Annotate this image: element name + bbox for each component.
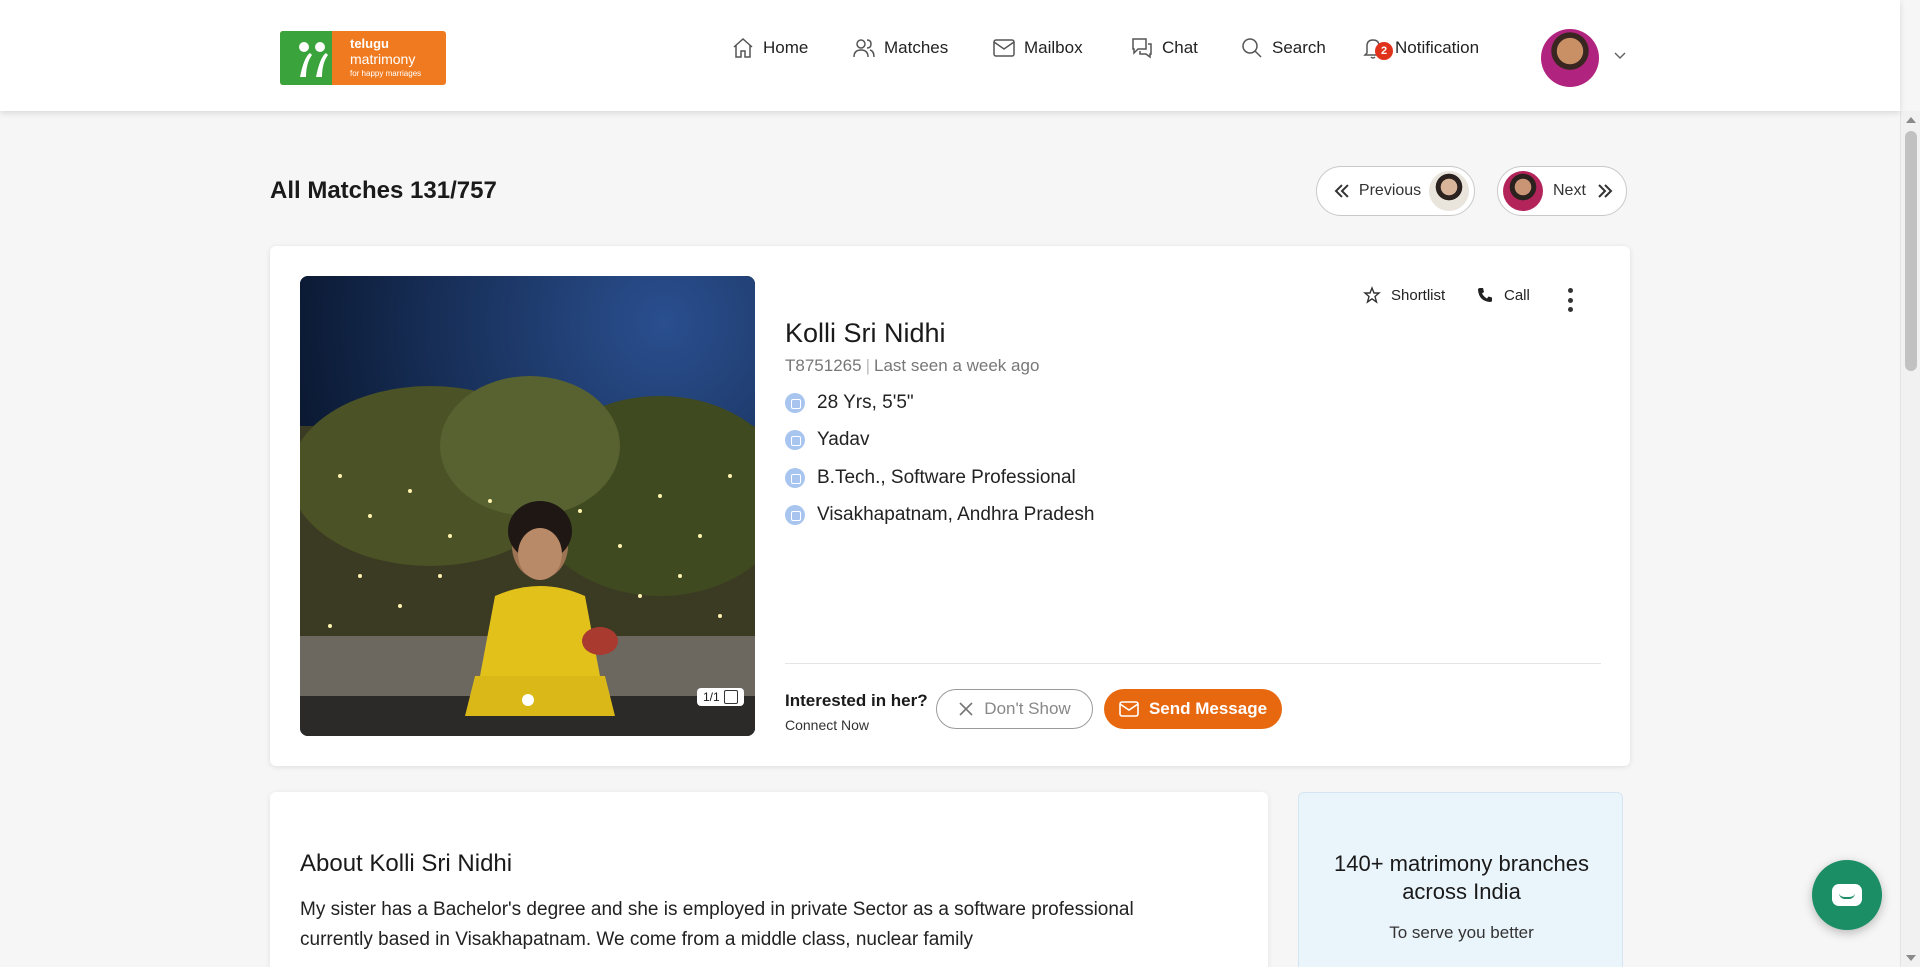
call-label: Call [1504,286,1530,304]
next-button[interactable]: Next [1497,166,1627,216]
next-label: Next [1553,182,1586,199]
search-icon [1242,38,1262,58]
phone-icon [1478,288,1492,302]
photo-count[interactable]: 1/1 [697,688,744,706]
double-chevron-right-icon [1598,184,1613,198]
home-icon [733,37,753,58]
send-message-label: Send Message [1148,699,1268,718]
logo-tagline: for happy marriages [350,69,422,78]
about-title: About Kolli Sri Nidhi [300,850,513,877]
profile-id: T8751265 [785,356,862,375]
call-button[interactable]: Call [1476,286,1530,304]
nav-search-label: Search [1272,38,1326,57]
previous-label: Previous [1358,182,1422,199]
logo-text-line2: matrimony [350,51,416,67]
dont-show-button[interactable]: Don't Show [936,689,1093,729]
age-height-text: 28 Yrs, 5'5" [817,392,914,413]
close-icon [959,702,973,716]
info-age-height: 28 Yrs, 5'5" [785,392,914,414]
nav-mailbox-label: Mailbox [1024,38,1083,57]
shortlist-label: Shortlist [1391,286,1446,304]
nav-home-label: Home [763,38,809,57]
star-icon [1363,286,1381,304]
previous-button[interactable]: Previous [1316,166,1475,216]
info-education: B.Tech., Software Professional [785,467,1076,489]
scrollbar-thumb[interactable] [1905,131,1917,371]
connect-now-text: Connect Now [785,717,870,733]
nav-matches-label: Matches [884,38,949,57]
notification-badge: 2 [1375,42,1393,60]
nav-search[interactable]: Search [1240,36,1326,60]
nav-home[interactable]: Home [731,36,808,60]
scroll-down-arrow[interactable] [1906,955,1916,961]
nav-notification[interactable]: 2 Notification [1361,36,1479,60]
carousel-dot[interactable] [522,694,534,706]
shortlist-button[interactable]: Shortlist [1363,286,1445,304]
location-text: Visakhapatnam, Andhra Pradesh [817,504,1095,525]
last-seen: Last seen a week ago [874,356,1040,375]
nav-mailbox[interactable]: Mailbox [992,36,1083,60]
education-text: B.Tech., Software Professional [817,467,1076,488]
next-profile-thumbnail [1503,171,1543,211]
nav-matches[interactable]: Matches [852,36,948,60]
mail-icon [1119,701,1139,717]
users-icon [853,39,875,58]
chat-support-button[interactable] [1812,860,1882,930]
nav-chat-label: Chat [1162,38,1198,57]
logo-couple-icon [299,42,328,77]
profile-name: Kolli Sri Nidhi [785,318,946,348]
age-icon [785,393,805,413]
nav-notification-label: Notification [1395,38,1480,57]
double-chevron-left-icon [1334,184,1349,198]
chevron-down-icon[interactable] [1613,48,1627,62]
more-options-icon[interactable] [1568,288,1574,312]
dont-show-label: Don't Show [984,699,1071,718]
photo-count-text: 1/1 [703,690,720,704]
caste-icon [785,430,805,450]
chat-bubble-icon [1832,884,1862,906]
gallery-icon [723,690,738,704]
education-icon [785,468,805,488]
previous-profile-thumbnail [1429,171,1469,211]
send-message-button[interactable]: Send Message [1104,689,1282,729]
info-caste: Yadav [785,429,869,451]
divider [785,663,1601,664]
user-avatar[interactable] [1541,29,1599,87]
top-header: telugu matrimony for happy marriages Hom… [0,0,1900,111]
profile-card: 1/1 Kolli Sri Nidhi T8751265 | Last seen a… [270,246,1630,766]
page-title: All Matches 131/757 [270,177,497,204]
profile-subline: T8751265 | Last seen a week ago [785,356,1039,376]
profile-photo[interactable]: 1/1 [300,276,755,736]
location-pin-icon [785,505,805,525]
chat-icon [1132,38,1152,59]
info-location: Visakhapatnam, Andhra Pradesh [785,504,1094,526]
scroll-up-arrow[interactable] [1906,117,1916,123]
branches-title: 140+ matrimony branches across India [1334,851,1589,904]
page-scrollbar[interactable] [1900,111,1920,967]
logo-text-line1: telugu [350,36,389,51]
separator: | [865,356,870,375]
branches-card: 140+ matrimony branches across India To … [1298,792,1623,967]
branches-subtitle: To serve you better [1389,923,1534,942]
about-text: My sister has a Bachelor's degree and sh… [300,899,1134,950]
nav-chat[interactable]: Chat [1130,36,1198,60]
about-card: About Kolli Sri Nidhi My sister has a Ba… [270,792,1268,967]
caste-text: Yadav [817,429,870,450]
notification-icon-wrap: 2 [1361,36,1393,60]
mail-icon [993,39,1015,57]
interested-prompt: Interested in her? [785,691,928,710]
profile-photo-image [300,276,755,736]
telugu-matrimony-logo[interactable]: telugu matrimony for happy marriages [280,31,446,85]
